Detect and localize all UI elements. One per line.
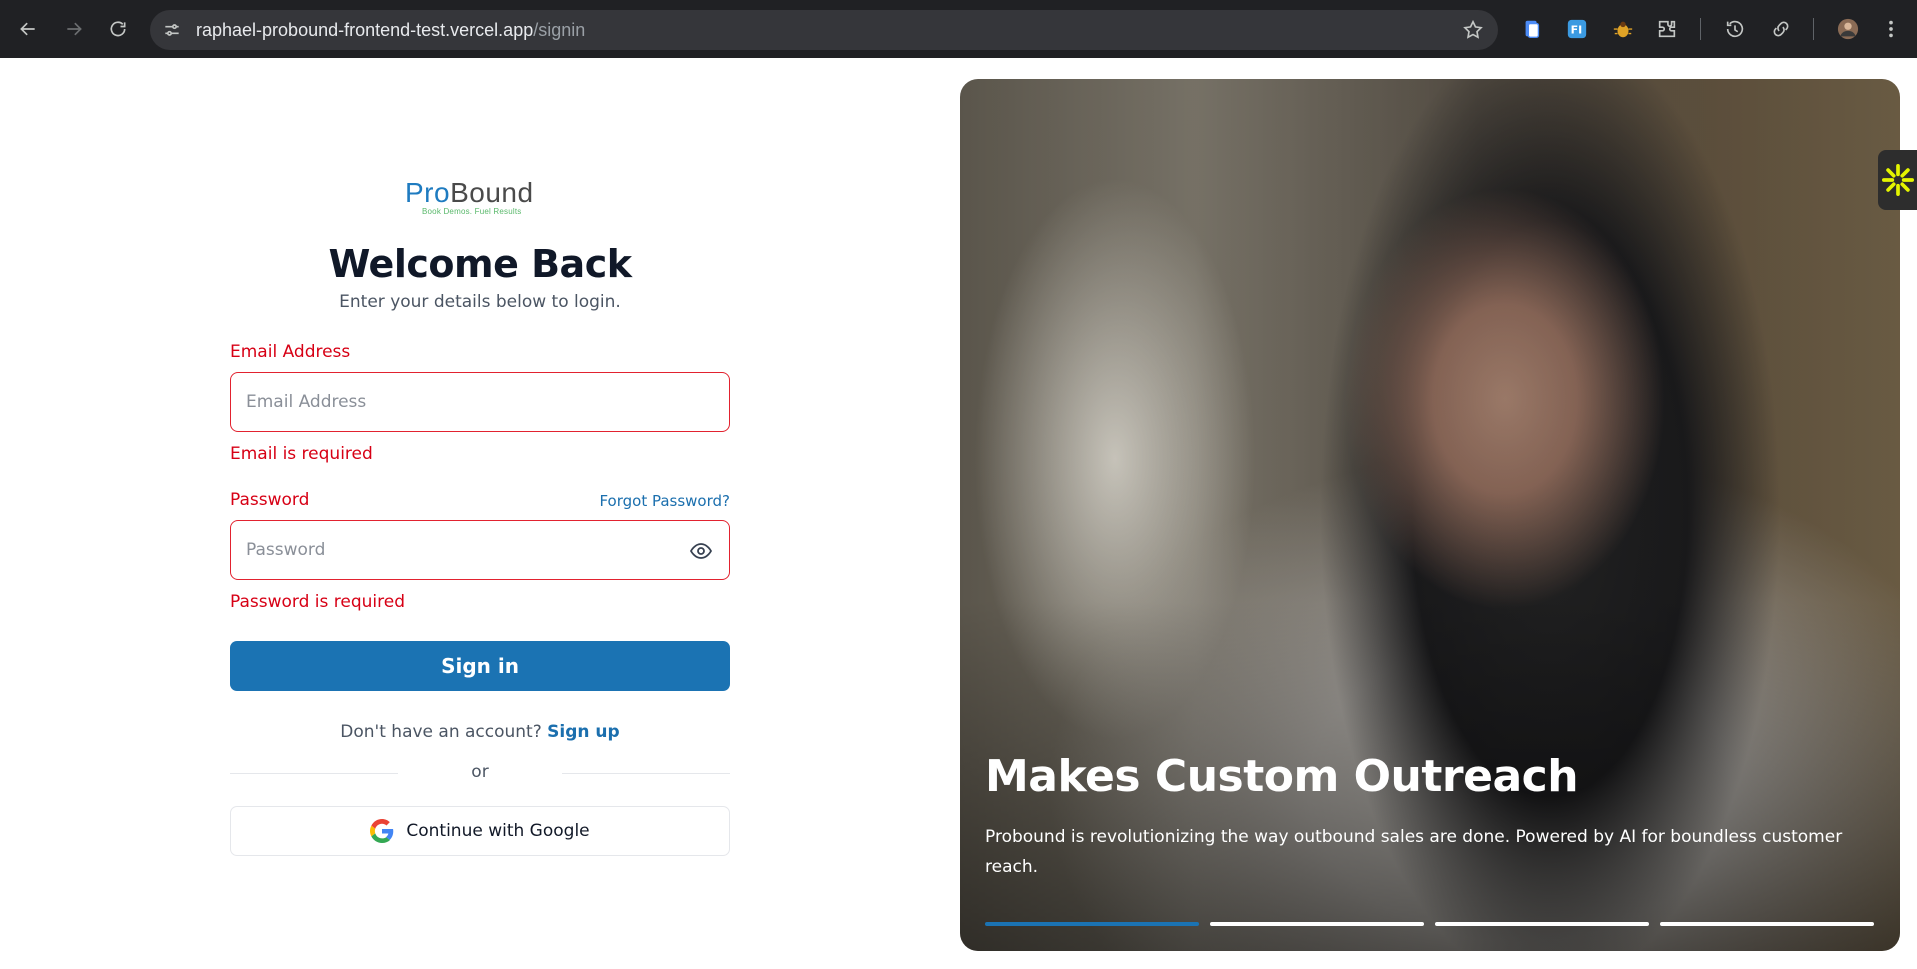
- site-settings-icon[interactable]: [160, 18, 184, 42]
- docs-extension-icon[interactable]: [1519, 16, 1545, 42]
- toolbar-divider: [1700, 18, 1701, 40]
- password-input[interactable]: [246, 521, 676, 579]
- password-field[interactable]: [230, 520, 730, 580]
- divider-or: or: [471, 762, 489, 782]
- password-error: Password is required: [230, 592, 406, 612]
- email-label: Email Address: [230, 342, 351, 362]
- google-icon: [370, 819, 394, 843]
- sign-up-link[interactable]: Sign up: [547, 722, 620, 742]
- hero-overlay: [960, 79, 1900, 951]
- url-path: /signin: [533, 20, 586, 40]
- history-icon[interactable]: [1722, 16, 1748, 42]
- password-label: Password: [230, 490, 310, 510]
- side-widget-tab[interactable]: [1878, 150, 1917, 210]
- page-title: Welcome Back: [328, 242, 633, 286]
- eye-icon[interactable]: [689, 539, 713, 563]
- signup-prompt: Don't have an account? Sign up: [230, 722, 730, 742]
- address-bar[interactable]: raphael-probound-frontend-test.vercel.ap…: [150, 10, 1498, 50]
- google-signin-button[interactable]: Continue with Google: [230, 806, 730, 856]
- sparkle-icon: [1881, 163, 1914, 197]
- bookmark-star-icon[interactable]: [1462, 19, 1484, 41]
- url-text[interactable]: raphael-probound-frontend-test.vercel.ap…: [196, 20, 585, 41]
- link-icon[interactable]: [1768, 16, 1794, 42]
- arrow-right-icon: [67, 22, 82, 36]
- url-host: raphael-probound-frontend-test.vercel.ap…: [196, 20, 534, 40]
- svg-text:FI: FI: [1571, 24, 1583, 37]
- email-error: Email is required: [230, 444, 373, 464]
- google-button-label: Continue with Google: [406, 821, 590, 841]
- forward-button[interactable]: [60, 15, 88, 43]
- profile-avatar[interactable]: [1835, 16, 1861, 42]
- browser-toolbar: raphael-probound-frontend-test.vercel.ap…: [0, 0, 1917, 58]
- email-input[interactable]: [246, 373, 676, 431]
- logo-bound: Bound: [450, 177, 534, 208]
- logo-pro: Pro: [405, 177, 451, 208]
- page-subtitle: Enter your details below to login.: [339, 292, 621, 312]
- logo-tagline: Book Demos. Fuel Results: [422, 207, 522, 216]
- sign-in-button[interactable]: Sign in: [230, 641, 730, 691]
- hero-description: Probound is revolutionizing the way outb…: [985, 827, 1843, 877]
- carousel-indicator-2[interactable]: [1210, 922, 1424, 926]
- divider-right: [562, 773, 730, 774]
- toolbar-divider: [1813, 18, 1814, 40]
- arrow-left-icon: [20, 22, 35, 36]
- back-button[interactable]: [14, 15, 42, 43]
- divider-left: [230, 773, 398, 774]
- carousel-indicator-3[interactable]: [1435, 922, 1649, 926]
- signup-prompt-text: Don't have an account?: [340, 722, 542, 742]
- extensions-puzzle-icon[interactable]: [1654, 16, 1680, 42]
- probound-logo: ProBound Book Demos. Fuel Results: [405, 178, 555, 220]
- carousel-indicator-1[interactable]: [985, 922, 1199, 926]
- forgot-password-link[interactable]: Forgot Password?: [599, 492, 730, 510]
- hero-image-panel: Makes Custom Outreach Probound is revolu…: [960, 79, 1900, 951]
- carousel-indicator-4[interactable]: [1660, 922, 1874, 926]
- chrome-menu-icon[interactable]: [1878, 16, 1904, 42]
- fi-extension-icon[interactable]: FI: [1564, 16, 1590, 42]
- reload-icon: [110, 21, 126, 37]
- email-field[interactable]: [230, 372, 730, 432]
- reload-button[interactable]: [104, 15, 132, 43]
- bug-extension-icon[interactable]: [1610, 16, 1636, 42]
- hero-title: Makes Custom Outreach: [985, 751, 1579, 802]
